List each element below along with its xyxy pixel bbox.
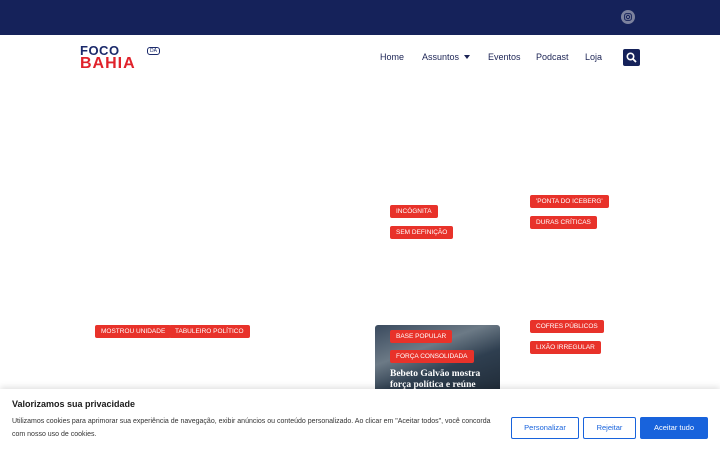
tag-incognita[interactable]: INCÓGNITA: [390, 205, 438, 218]
tag-lixao-irregular[interactable]: LIXÃO IRREGULAR: [530, 341, 601, 354]
accept-all-button[interactable]: Aceitar tudo: [640, 417, 708, 439]
cookie-text: Utilizamos cookies para aprimorar sua ex…: [12, 418, 491, 438]
instagram-icon[interactable]: [621, 10, 635, 24]
cookie-title: Valorizamos sua privacidade: [12, 399, 136, 409]
tag-tabuleiro-politico[interactable]: TABULEIRO POLÍTICO: [169, 325, 250, 338]
tag-cofres-publicos[interactable]: COFRES PÚBLICOS: [530, 320, 604, 333]
tag-forca-consolidada[interactable]: FORÇA CONSOLIDADA: [390, 350, 474, 363]
nav-home[interactable]: Home: [380, 52, 404, 62]
search-icon: [626, 52, 637, 63]
logo-bahia: BAHIA: [80, 55, 136, 72]
tag-mostrou-unidade[interactable]: MOSTROU UNIDADE: [95, 325, 172, 338]
tag-duras-criticas[interactable]: DURAS CRÍTICAS: [530, 216, 597, 229]
tag-sem-definicao[interactable]: SEM DEFINIÇÃO: [390, 226, 454, 239]
logo-badge: DA: [147, 47, 160, 55]
nav-podcast[interactable]: Podcast: [536, 52, 569, 62]
customize-button[interactable]: Personalizar: [511, 417, 579, 439]
search-button[interactable]: [623, 49, 640, 66]
reject-button[interactable]: Rejeitar: [583, 417, 636, 439]
nav-assuntos-label: Assuntos: [422, 52, 460, 62]
nav-assuntos[interactable]: Assuntos: [422, 52, 471, 62]
featured-headline[interactable]: Bebeto Galvão mostra força política e re…: [390, 369, 495, 391]
top-bar: [0, 0, 720, 35]
tag-ponta-do-iceberg[interactable]: 'PONTA DO ICEBERG': [530, 195, 609, 208]
site-logo[interactable]: FOCO DA BAHIA: [80, 44, 180, 72]
cookie-banner: Valorizamos sua privacidade Utilizamos c…: [0, 389, 720, 450]
nav-loja[interactable]: Loja: [585, 52, 602, 62]
nav-eventos[interactable]: Eventos: [488, 52, 521, 62]
tag-base-popular[interactable]: BASE POPULAR: [390, 330, 453, 343]
chevron-down-icon: [464, 55, 471, 59]
